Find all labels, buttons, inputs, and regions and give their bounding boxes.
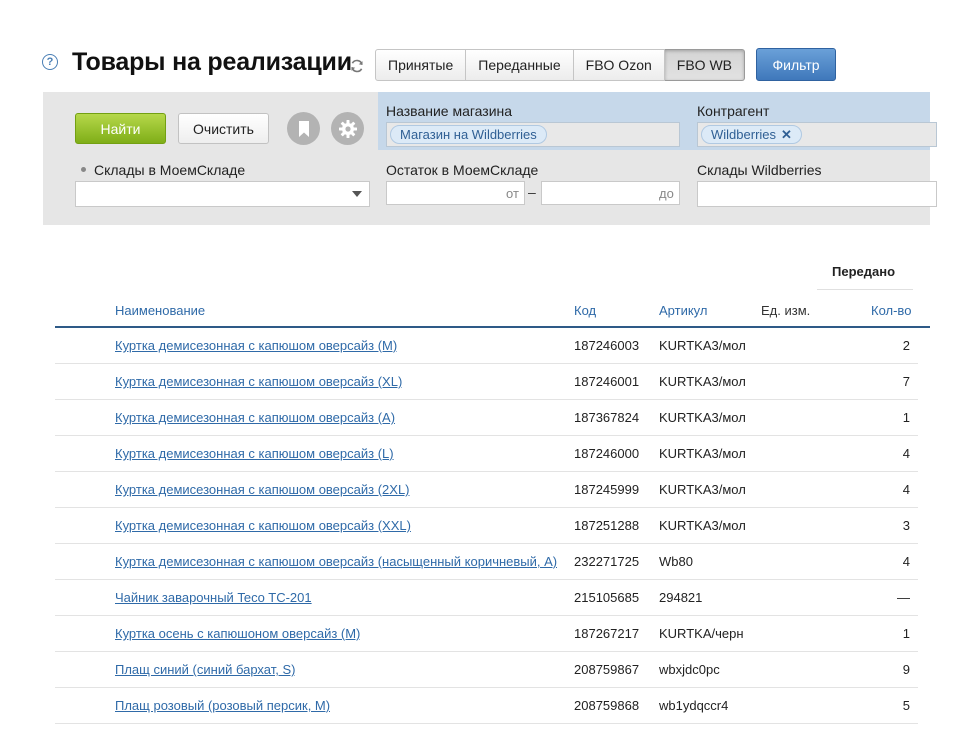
column-header-name[interactable]: Наименование (115, 303, 205, 318)
counterparty-tag-label: Wildberries (711, 127, 777, 142)
store-name-label: Название магазина (386, 103, 513, 119)
clear-button[interactable]: Очистить (178, 113, 269, 144)
product-qty: 4 (902, 554, 910, 569)
table-row[interactable]: Куртка демисезонная с капюшом оверсайз (… (55, 544, 918, 580)
group-divider (817, 289, 913, 290)
store-name-tag-label: Магазин на Wildberries (400, 127, 537, 142)
product-name-link[interactable]: Куртка демисезонная с капюшом оверсайз (… (115, 554, 557, 569)
stock-label: Остаток в МоемСкладе (386, 162, 539, 178)
warehouses-label-text: Склады в МоемСкладе (94, 162, 246, 178)
table-row[interactable]: Плащ синий (синий бархат, S) 208759867 wbx… (55, 652, 918, 688)
counterparty-tag: Wildberries ✕ (701, 125, 802, 144)
bookmark-icon (298, 120, 309, 137)
product-qty: 5 (902, 698, 910, 713)
range-dash: – (528, 184, 536, 200)
column-header-code[interactable]: Код (574, 303, 596, 318)
stock-to-placeholder: до (659, 186, 674, 201)
page-title: Товары на реализации (72, 48, 352, 76)
tab-fbo-wb[interactable]: FBO WB (664, 49, 746, 81)
table-row[interactable]: Куртка демисезонная с капюшом оверсайз (… (55, 328, 918, 364)
product-qty: 2 (902, 338, 910, 353)
product-article: 294821 (659, 590, 703, 605)
product-article: KURTKA3/мол (659, 446, 745, 461)
find-button[interactable]: Найти (75, 113, 166, 144)
product-qty: 1 (902, 626, 910, 641)
product-name-link[interactable]: Куртка демисезонная с капюшом оверсайз (… (115, 338, 397, 353)
product-article: KURTKA3/мол (659, 482, 745, 497)
product-code: 187245999 (574, 482, 640, 497)
filter-button[interactable]: Фильтр (756, 48, 836, 81)
settings-button[interactable] (331, 112, 364, 145)
product-name-link[interactable]: Куртка осень с капюшоном оверсайз (M) (115, 626, 360, 641)
product-code: 187267217 (574, 626, 640, 641)
table-row[interactable]: Куртка демисезонная с капюшом оверсайз (… (55, 364, 918, 400)
close-icon[interactable]: ✕ (781, 127, 792, 143)
product-qty: 4 (902, 482, 910, 497)
stock-from-placeholder: от (506, 186, 519, 201)
tabs: Принятые Переданные FBO Ozon FBO WB (375, 49, 746, 81)
group-header-transferred: Передано (832, 264, 896, 279)
product-article: wbxjdc0pc (659, 662, 720, 677)
wb-warehouses-label: Склады Wildberries (697, 162, 822, 178)
chevron-down-icon[interactable] (352, 191, 362, 197)
product-name-link[interactable]: Куртка демисезонная с капюшом оверсайз (… (115, 482, 410, 497)
product-name-link[interactable]: Куртка демисезонная с капюшом оверсайз (… (115, 446, 394, 461)
product-qty: — (897, 590, 910, 605)
product-article: KURTKA3/мол (659, 374, 745, 389)
bookmark-button[interactable] (287, 112, 320, 145)
table-row[interactable]: Куртка осень с капюшоном оверсайз (M) 187… (55, 616, 918, 652)
product-code: 187246000 (574, 446, 640, 461)
product-article: KURTKA3/мол (659, 338, 745, 353)
column-header-qty[interactable]: Кол-во (871, 303, 911, 318)
product-name-link[interactable]: Куртка демисезонная с капюшом оверсайз (… (115, 410, 395, 425)
product-article: Wb80 (659, 554, 693, 569)
product-code: 208759867 (574, 662, 640, 677)
column-header-unit: Ед. изм. (761, 303, 811, 318)
product-qty: 4 (902, 446, 910, 461)
table-row[interactable]: Куртка демисезонная с капюшом оверсайз (… (55, 400, 918, 436)
product-code: 232271725 (574, 554, 640, 569)
warehouses-select[interactable] (75, 181, 370, 207)
tab-transferred[interactable]: Переданные (466, 49, 574, 81)
product-code: 187251288 (574, 518, 640, 533)
product-code: 187246003 (574, 338, 640, 353)
product-article: KURTKA/черн (659, 626, 744, 641)
product-qty: 7 (902, 374, 910, 389)
bullet-icon (81, 166, 86, 172)
product-name-link[interactable]: Плащ розовый (розовый персик, M) (115, 698, 330, 713)
table-row[interactable]: Куртка демисезонная с капюшом оверсайз (… (55, 508, 918, 544)
table-row[interactable]: Куртка демисезонная с капюшом оверсайз (… (55, 472, 918, 508)
table-row[interactable]: Чайник заварочный Teco TC-201 215105685 29… (55, 580, 918, 616)
product-article: KURTKA3/мол (659, 410, 745, 425)
tab-fbo-ozon[interactable]: FBO Ozon (573, 49, 665, 81)
column-header-article[interactable]: Артикул (659, 303, 707, 318)
product-article: KURTKA3/мол (659, 518, 745, 533)
product-qty: 1 (902, 410, 910, 425)
tab-accepted[interactable]: Принятые (375, 49, 467, 81)
product-name-link[interactable]: Куртка демисезонная с капюшом оверсайз (… (115, 518, 411, 533)
product-qty: 3 (902, 518, 910, 533)
refresh-icon[interactable] (349, 58, 365, 74)
product-code: 187246001 (574, 374, 640, 389)
product-code: 187367824 (574, 410, 640, 425)
product-article: wb1ydqccr4 (659, 698, 729, 713)
product-name-link[interactable]: Чайник заварочный Teco TC-201 (115, 590, 312, 605)
gear-icon (338, 119, 357, 138)
product-name-link[interactable]: Плащ синий (синий бархат, S) (115, 662, 295, 677)
stock-from-input[interactable] (386, 181, 525, 205)
counterparty-label: Контрагент (697, 103, 770, 119)
wb-warehouses-select[interactable] (697, 181, 937, 207)
product-qty: 9 (902, 662, 910, 677)
product-name-link[interactable]: Куртка демисезонная с капюшом оверсайз (… (115, 374, 402, 389)
table-row[interactable]: Куртка демисезонная с капюшом оверсайз (… (55, 436, 918, 472)
help-icon[interactable]: ? (42, 54, 58, 70)
table-row[interactable]: Плащ розовый (розовый персик, M) 20875986… (55, 688, 918, 724)
store-name-tag: Магазин на Wildberries (390, 125, 547, 144)
product-code: 215105685 (574, 590, 640, 605)
product-code: 208759868 (574, 698, 640, 713)
warehouses-label: Склады в МоемСкладе (81, 162, 245, 178)
